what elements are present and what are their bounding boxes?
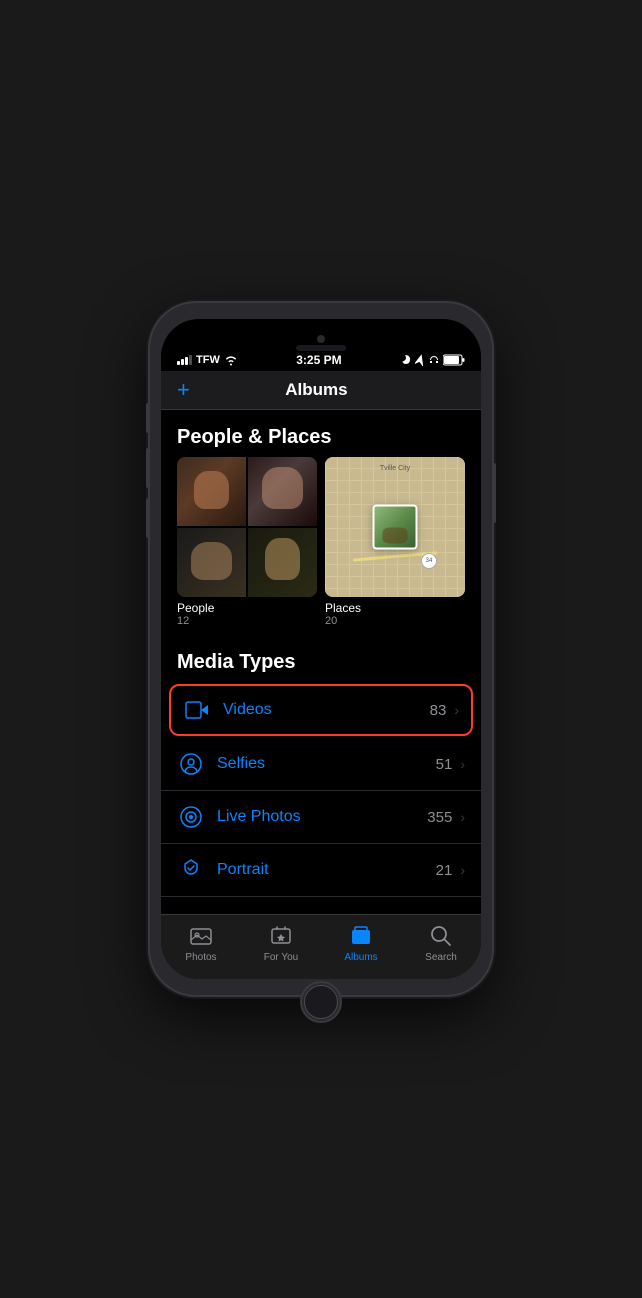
search-tab-label: Search [425,952,457,963]
wifi-icon [224,355,238,366]
albums-tab-icon [348,923,374,949]
videos-chevron: › [454,702,459,718]
face-thumb-2 [248,457,317,526]
phone-frame: TFW 3:25 PM [150,303,492,995]
tab-search[interactable]: Search [401,923,481,963]
status-left: TFW [177,354,238,366]
do-not-disturb-icon [400,354,412,366]
map-photo-pin [373,505,418,550]
people-label: People [177,601,317,615]
portrait-item[interactable]: Portrait 21 › [161,844,481,897]
selfies-label: Selfies [217,755,436,773]
map-route-badge: 34 [421,553,437,569]
status-time: 3:25 PM [296,353,341,367]
portrait-label: Portrait [217,861,436,879]
selfie-icon [177,750,205,778]
people-thumbnails [177,457,317,597]
live-photos-chevron: › [460,809,465,825]
portrait-count: 21 [436,862,453,879]
people-places-grid: People 12 Tville City 34 [161,457,481,635]
face-thumb-4 [248,528,317,597]
people-count: 12 [177,615,317,627]
portrait-chevron: › [460,862,465,878]
tab-photos[interactable]: Photos [161,923,241,963]
front-camera [317,335,325,343]
volume-down-button[interactable] [146,498,150,538]
photos-tab-label: Photos [185,952,216,963]
tab-bar: Photos For You [161,914,481,979]
places-thumbnail: Tville City 34 [325,457,465,597]
phone-screen: TFW 3:25 PM [161,319,481,979]
battery-icon [443,354,465,366]
tab-for-you[interactable]: For You [241,923,321,963]
portrait-icon [177,856,205,884]
people-album[interactable]: People 12 [177,457,317,627]
face-thumb-3 [177,528,246,597]
live-photos-label: Live Photos [217,808,427,826]
selfies-count: 51 [436,756,453,773]
places-label: Places [325,601,465,615]
plant-thumbnail [375,507,416,548]
live-photos-icon [177,803,205,831]
status-right [400,354,465,366]
videos-item[interactable]: Videos 83 › [169,684,473,736]
headphones-icon [428,354,440,366]
home-button-inner [304,985,338,1019]
search-tab-icon [428,923,454,949]
places-album[interactable]: Tville City 34 Places 20 [325,457,465,627]
albums-tab-label: Albums [344,952,377,963]
map-city-label: Tville City [380,465,410,472]
media-types-header: Media Types [161,635,481,682]
face-thumb-1 [177,457,246,526]
selfies-chevron: › [460,756,465,772]
location-icon [415,354,425,366]
carrier-name: TFW [196,354,220,366]
power-button[interactable] [492,463,496,523]
signal-bars [177,355,192,365]
video-icon [183,696,211,724]
panoramas-icon [177,909,205,914]
panoramas-item[interactable]: Panoramas 1 › [161,897,481,914]
navigation-bar: + Albums [161,371,481,410]
selfies-item[interactable]: Selfies 51 › [161,738,481,791]
people-places-header: People & Places [161,410,481,457]
home-button[interactable] [300,981,342,1023]
places-count: 20 [325,615,465,627]
speaker [296,345,346,351]
photos-tab-icon [188,923,214,949]
videos-count: 83 [430,702,447,719]
page-title: Albums [190,380,443,400]
add-album-button[interactable]: + [177,379,190,401]
for-you-tab-label: For You [264,952,298,963]
volume-up-button[interactable] [146,448,150,488]
tab-albums[interactable]: Albums [321,923,401,963]
map-image: Tville City 34 [325,457,465,597]
live-photos-count: 355 [427,809,452,826]
for-you-tab-icon [268,923,294,949]
live-photos-item[interactable]: Live Photos 355 › [161,791,481,844]
media-types-list: Videos 83 › Selfies 51 › [161,684,481,914]
main-content: People & Places [161,410,481,914]
videos-label: Videos [223,701,430,719]
